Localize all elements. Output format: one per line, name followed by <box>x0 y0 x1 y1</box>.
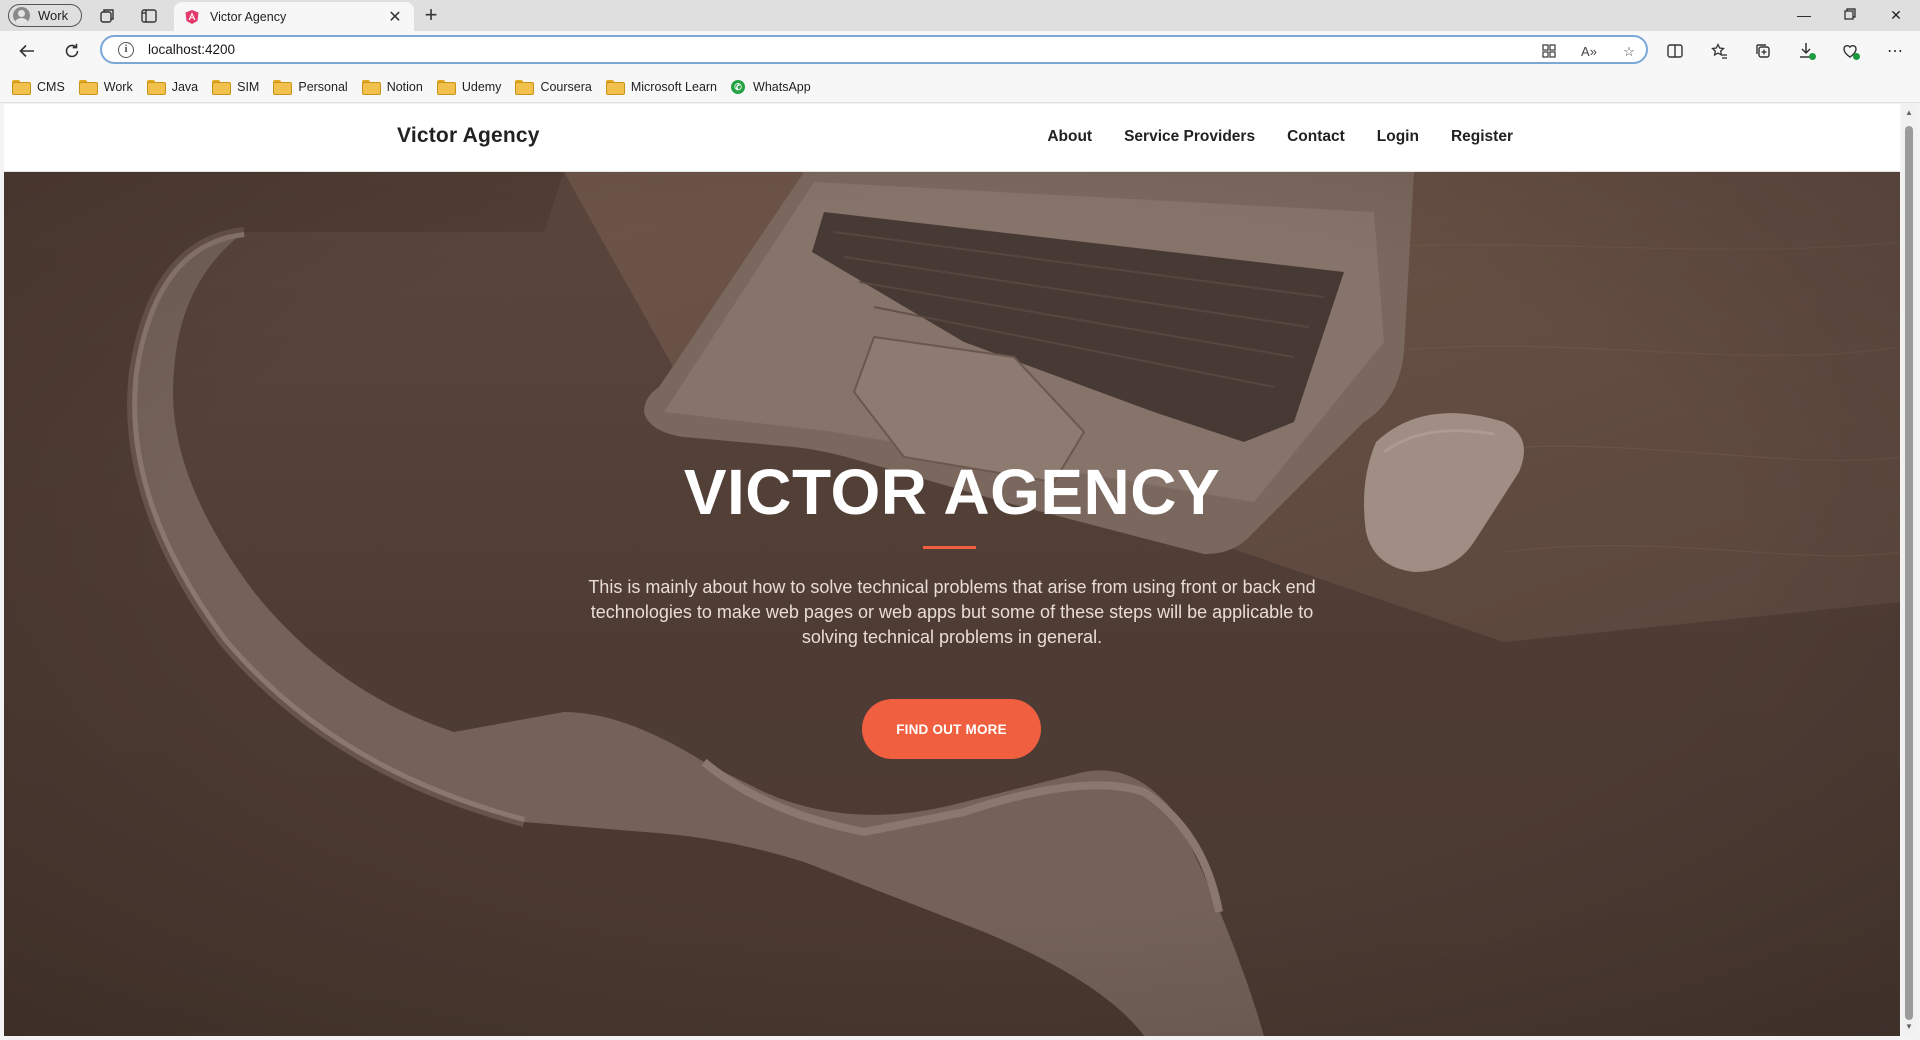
folder-icon <box>605 80 625 95</box>
back-icon[interactable] <box>16 40 38 62</box>
bookmark-sim[interactable]: SIM <box>212 79 260 95</box>
hero-content: VICTOR AGENCY This is mainly about how t… <box>4 172 1900 1036</box>
nav-service-providers[interactable]: Service Providers <box>1124 128 1255 146</box>
hero-title: VICTOR AGENCY <box>683 456 1221 528</box>
profile-avatar-icon <box>13 7 30 24</box>
browser-toolbar: i localhost:4200 A» ☆ ⋯ <box>0 31 1920 71</box>
bookmark-label: Work <box>103 79 133 94</box>
page-viewport: Victor Agency About Service Providers Co… <box>4 104 1900 1036</box>
bookmark-whatsapp[interactable]: ✆ WhatsApp <box>731 79 811 94</box>
active-tab[interactable]: Victor Agency ✕ <box>174 2 414 31</box>
bookmark-label: Java <box>171 79 199 94</box>
nav-register[interactable]: Register <box>1451 128 1513 146</box>
scrollbar-thumb[interactable] <box>1905 126 1913 1020</box>
bookmark-udemy[interactable]: Udemy <box>436 79 502 95</box>
address-bar[interactable]: i localhost:4200 A» ☆ <box>100 35 1648 64</box>
workspaces-icon[interactable] <box>98 7 116 25</box>
read-aloud-icon[interactable]: A» <box>1580 43 1598 61</box>
bookmark-coursera[interactable]: Coursera <box>515 79 592 95</box>
folder-icon <box>12 80 31 95</box>
bookmark-cms[interactable]: CMS <box>12 79 65 95</box>
scroll-up-icon[interactable]: ▲ <box>1904 108 1914 117</box>
bookmark-label: Microsoft Learn <box>630 79 718 94</box>
whatsapp-icon: ✆ <box>731 79 746 94</box>
restore-icon[interactable] <box>1838 4 1862 26</box>
find-out-more-button[interactable]: FIND OUT MORE <box>862 699 1041 759</box>
hero-section: VICTOR AGENCY This is mainly about how t… <box>4 172 1900 1036</box>
bookmarks-bar: CMS Work Java SIM Personal Notion Udemy … <box>0 71 1920 103</box>
folder-icon <box>273 80 293 95</box>
profile-label: Work <box>38 8 69 23</box>
tab-title: Victor Agency <box>210 9 287 24</box>
bookmark-work[interactable]: Work <box>78 79 133 95</box>
bookmark-label: WhatsApp <box>753 79 811 94</box>
more-menu-icon[interactable]: ⋯ <box>1884 40 1906 62</box>
downloads-icon[interactable] <box>1796 40 1818 62</box>
nav-links: About Service Providers Contact Login Re… <box>1015 128 1513 146</box>
site-navbar: Victor Agency About Service Providers Co… <box>4 104 1900 172</box>
angular-favicon-icon <box>184 9 200 25</box>
bookmark-microsoft-learn[interactable]: Microsoft Learn <box>605 79 718 95</box>
hero-divider <box>923 546 976 549</box>
new-tab-icon[interactable]: + <box>420 4 442 26</box>
close-window-icon[interactable]: ✕ <box>1884 4 1908 26</box>
profile-button[interactable]: Work <box>8 4 82 27</box>
bookmark-java[interactable]: Java <box>146 79 199 95</box>
folder-icon <box>515 80 535 95</box>
favorite-star-icon[interactable]: ☆ <box>1620 43 1638 61</box>
scroll-down-icon[interactable]: ▼ <box>1904 1022 1914 1031</box>
folder-icon <box>212 80 232 95</box>
app-available-icon[interactable] <box>1540 43 1558 61</box>
browser-essentials-icon[interactable] <box>1840 40 1862 62</box>
browser-tab-strip: Work Victor Agency ✕ + — ✕ <box>0 0 1920 31</box>
minimize-icon[interactable]: — <box>1792 4 1816 26</box>
site-brand[interactable]: Victor Agency <box>397 124 540 148</box>
bookmark-personal[interactable]: Personal <box>273 79 348 95</box>
bookmark-label: Coursera <box>540 79 592 94</box>
collections-icon[interactable] <box>1752 40 1774 62</box>
bookmark-label: Personal <box>298 79 348 94</box>
bookmark-notion[interactable]: Notion <box>361 79 423 95</box>
site-info-icon[interactable]: i <box>118 41 134 58</box>
refresh-icon[interactable] <box>61 40 83 62</box>
address-url: localhost:4200 <box>148 42 236 57</box>
folder-icon <box>146 80 166 95</box>
close-tab-icon[interactable]: ✕ <box>386 7 404 27</box>
folder-icon <box>78 80 98 95</box>
bookmark-label: CMS <box>37 79 65 94</box>
tab-actions-icon[interactable] <box>140 7 158 25</box>
bookmark-label: Udemy <box>461 79 502 94</box>
folder-icon <box>436 80 456 95</box>
nav-login[interactable]: Login <box>1377 128 1419 146</box>
nav-contact[interactable]: Contact <box>1287 128 1345 146</box>
hero-description: This is mainly about how to solve techni… <box>588 577 1316 647</box>
split-screen-icon[interactable] <box>1664 40 1686 62</box>
favorites-icon[interactable] <box>1708 40 1730 62</box>
folder-icon <box>361 80 381 95</box>
page-scrollbar[interactable]: ▲ ▼ <box>1902 104 1916 1036</box>
bookmark-label: Notion <box>386 79 423 94</box>
bookmark-label: SIM <box>237 79 260 94</box>
nav-about[interactable]: About <box>1047 128 1092 146</box>
